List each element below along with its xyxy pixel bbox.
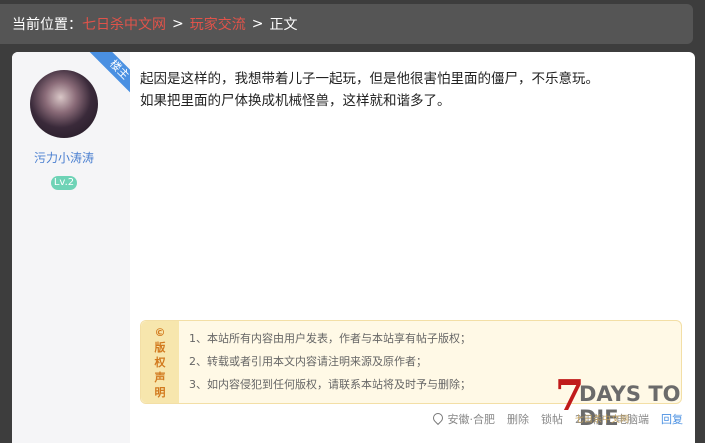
level-badge: Lv.2 [51, 176, 77, 190]
author-panel: 污力小涛涛 Lv.2 [12, 52, 130, 443]
breadcrumb-link-home[interactable]: 七日杀中文网 [82, 14, 166, 34]
copyright-label-char: 声 [154, 370, 166, 384]
copyright-icon: © [154, 325, 166, 339]
copyright-label-char: 权 [154, 355, 166, 369]
post-line: 起因是这样的，我想带着儿子一起玩，但是他很害怕里面的僵尸，不乐意玩。 [140, 71, 599, 87]
breadcrumb-current: 正文 [269, 17, 298, 33]
post-line: 如果把里面的尸体换成机械怪兽，这样就和谐多了。 [140, 93, 451, 109]
author-name[interactable]: 污力小涛涛 [12, 149, 116, 166]
location-text: 安徽·合肥 [447, 413, 496, 426]
location-pin-icon [430, 410, 445, 426]
op-badge: 楼主 [88, 52, 130, 100]
game-logo-watermark: 7 DAYS TO DIE 七日杀中文网 [555, 372, 695, 432]
breadcrumb-separator: > [172, 16, 184, 32]
copyright-label-char: 版 [154, 340, 166, 354]
location: 安徽·合肥 [430, 410, 496, 427]
post-content: 起因是这样的，我想带着儿子一起玩，但是他很害怕里面的僵尸，不乐意玩。 如果把里面… [140, 68, 680, 112]
breadcrumb-link-forum[interactable]: 玩家交流 [190, 14, 246, 34]
op-ribbon: 楼主 [82, 52, 130, 100]
logo-subtitle: 七日杀中文网 [575, 415, 630, 425]
breadcrumb-prefix: 当前位置： [12, 17, 82, 33]
copyright-line: 1、本站所有内容由用户发表，作者与本站享有帖子版权； [189, 332, 471, 345]
delete-button[interactable]: 删除 [507, 411, 529, 427]
copyright-label: © 版 权 声 明 [141, 321, 179, 403]
copyright-line: 2、转载或者引用本文内容请注明来源及原作者； [189, 355, 427, 368]
copyright-label-char: 明 [154, 385, 166, 399]
breadcrumb-separator: > [251, 16, 264, 32]
breadcrumb: 当前位置： 七日杀中文网 > 玩家交流 > 正文 [0, 4, 693, 44]
